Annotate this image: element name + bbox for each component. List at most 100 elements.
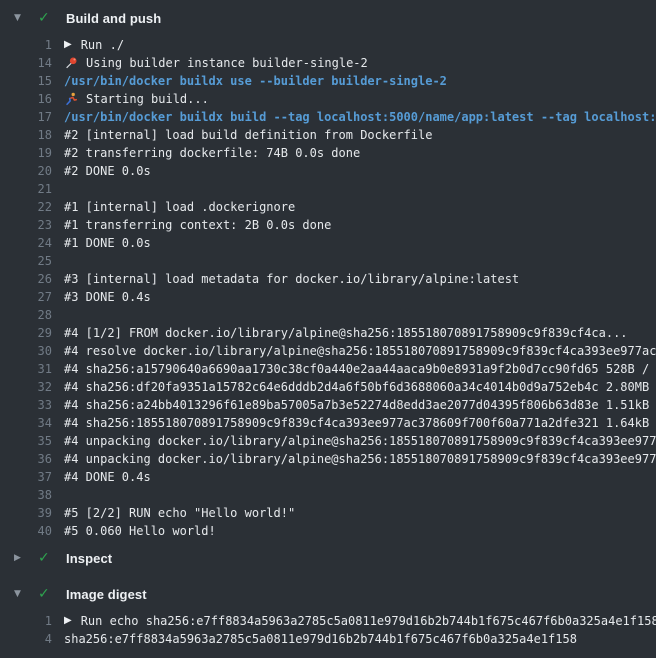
line-number[interactable]: 29 [0, 324, 52, 342]
line-number[interactable]: 32 [0, 378, 52, 396]
log-line: 1 ▶ Run echo sha256:e7ff8834a5963a2785c5a… [0, 612, 656, 630]
log-text: #1 [internal] load .dockerignore [64, 198, 295, 216]
log-text-content: #4 resolve docker.io/library/alpine@sha2… [64, 342, 656, 360]
log-text: #4 sha256:185518070891758909c9f839cf4ca3… [64, 414, 656, 432]
log-line: 1 ▶Run ./ [0, 36, 656, 54]
log-line: 33 #4 sha256:a24bb4013296f61e89ba57005a7… [0, 396, 656, 414]
line-number[interactable]: 35 [0, 432, 52, 450]
log-line: 19 #2 transferring dockerfile: 74B 0.0s … [0, 144, 656, 162]
line-number[interactable]: 40 [0, 522, 52, 540]
log-text-content: Using builder instance builder-single-2 [86, 54, 368, 72]
log-line: 32 #4 sha256:df20fa9351a15782c64e6dddb2d… [0, 378, 656, 396]
log-line: 14 Using builder instance builder-single… [0, 54, 656, 72]
line-number[interactable]: 19 [0, 144, 52, 162]
log-text-content: #2 DONE 0.0s [64, 162, 151, 180]
log-line: 34 #4 sha256:185518070891758909c9f839cf4… [0, 414, 656, 432]
log-text: #5 [2/2] RUN echo "Hello world!" [64, 504, 295, 522]
log-line: 4 sha256:e7ff8834a5963a2785c5a0811e979d1… [0, 630, 656, 648]
log-text-content: #4 sha256:a24bb4013296f61e89ba57005a7b3e… [64, 396, 656, 414]
chevron-down-icon: ▼ [14, 589, 30, 599]
log-text: #4 unpacking docker.io/library/alpine@sh… [64, 432, 656, 450]
log-text-content: #4 [1/2] FROM docker.io/library/alpine@s… [64, 324, 628, 342]
line-number[interactable]: 30 [0, 342, 52, 360]
log-line: 30 #4 resolve docker.io/library/alpine@s… [0, 342, 656, 360]
log-text-content: #1 [internal] load .dockerignore [64, 198, 295, 216]
log-text: Using builder instance builder-single-2 [64, 54, 368, 72]
log-text-content: #2 [internal] load build definition from… [64, 126, 432, 144]
log-text: ▶ Run echo sha256:e7ff8834a5963a2785c5a08… [64, 612, 656, 630]
workflow-log: ▼ ✓ Build and push 1 ▶Run ./ 14 Using bu… [0, 0, 656, 648]
line-number[interactable]: 27 [0, 288, 52, 306]
log-text: #4 resolve docker.io/library/alpine@sha2… [64, 342, 656, 360]
section-header-image-digest[interactable]: ▼ ✓ Image digest [0, 576, 656, 612]
log-line: 17 /usr/bin/docker buildx build --tag lo… [0, 108, 656, 126]
line-number[interactable]: 23 [0, 216, 52, 234]
log-text-content: #4 unpacking docker.io/library/alpine@sh… [64, 450, 656, 468]
log-line: 35 #4 unpacking docker.io/library/alpine… [0, 432, 656, 450]
line-number[interactable]: 39 [0, 504, 52, 522]
line-number[interactable]: 1 [0, 612, 52, 630]
log-line: 29 #4 [1/2] FROM docker.io/library/alpin… [0, 324, 656, 342]
pushpin-icon [64, 56, 78, 70]
log-text-content: #1 DONE 0.0s [64, 234, 151, 252]
check-icon: ✓ [38, 550, 56, 566]
line-number[interactable]: 20 [0, 162, 52, 180]
section-header-inspect[interactable]: ▶ ✓ Inspect [0, 540, 656, 576]
line-number[interactable]: 1 [0, 36, 52, 54]
log-text: #3 [internal] load metadata for docker.i… [64, 270, 519, 288]
log-section-build-and-push: ▼ ✓ Build and push 1 ▶Run ./ 14 Using bu… [0, 0, 656, 540]
log-line: 38 [0, 486, 656, 504]
line-number[interactable]: 36 [0, 450, 52, 468]
log-text: #2 [internal] load build definition from… [64, 126, 432, 144]
log-line: 39 #5 [2/2] RUN echo "Hello world!" [0, 504, 656, 522]
line-number[interactable]: 17 [0, 108, 52, 126]
log-line: 18 #2 [internal] load build definition f… [0, 126, 656, 144]
log-section-image-digest: ▼ ✓ Image digest 1 ▶ Run echo sha256:e7ff… [0, 576, 656, 648]
line-number[interactable]: 24 [0, 234, 52, 252]
line-number[interactable]: 33 [0, 396, 52, 414]
log-text-content: /usr/bin/docker buildx use --builder bui… [64, 72, 447, 90]
log-text: #3 DONE 0.4s [64, 288, 151, 306]
check-icon: ✓ [38, 10, 56, 26]
line-number[interactable]: 21 [0, 180, 52, 198]
section-header-build-and-push[interactable]: ▼ ✓ Build and push [0, 0, 656, 36]
line-number[interactable]: 18 [0, 126, 52, 144]
log-line: 21 [0, 180, 656, 198]
play-icon[interactable]: ▶ [64, 612, 72, 630]
log-line: 25 [0, 252, 656, 270]
section-title: Build and push [66, 11, 161, 26]
line-number[interactable]: 25 [0, 252, 52, 270]
log-text-content: #5 [2/2] RUN echo "Hello world!" [64, 504, 295, 522]
log-text: Starting build... [64, 90, 209, 108]
log-line: 16 Starting build... [0, 90, 656, 108]
log-text-content: sha256:e7ff8834a5963a2785c5a0811e979d16b… [64, 630, 577, 648]
log-text: #4 DONE 0.4s [64, 468, 151, 486]
log-text: #4 sha256:df20fa9351a15782c64e6dddb2d4a6… [64, 378, 656, 396]
play-icon[interactable]: ▶ [64, 36, 72, 54]
log-text: ▶Run ./ [64, 36, 124, 54]
log-text: #2 DONE 0.0s [64, 162, 151, 180]
log-text: sha256:e7ff8834a5963a2785c5a0811e979d16b… [64, 630, 577, 648]
line-number[interactable]: 16 [0, 90, 52, 108]
line-number[interactable]: 4 [0, 630, 52, 648]
line-number[interactable]: 28 [0, 306, 52, 324]
line-number[interactable]: 34 [0, 414, 52, 432]
line-number[interactable]: 15 [0, 72, 52, 90]
line-number[interactable]: 31 [0, 360, 52, 378]
check-icon: ✓ [38, 586, 56, 602]
log-text-content: Run echo sha256:e7ff8834a5963a2785c5a081… [81, 612, 656, 630]
log-line: 22 #1 [internal] load .dockerignore [0, 198, 656, 216]
line-number[interactable]: 38 [0, 486, 52, 504]
log-text: #4 sha256:a15790640a6690aa1730c38cf0a440… [64, 360, 656, 378]
log-text: #5 0.060 Hello world! [64, 522, 216, 540]
section-log-lines: 1 ▶Run ./ 14 Using builder instance buil… [0, 36, 656, 540]
line-number[interactable]: 26 [0, 270, 52, 288]
log-line: 37 #4 DONE 0.4s [0, 468, 656, 486]
line-number[interactable]: 37 [0, 468, 52, 486]
line-number[interactable]: 22 [0, 198, 52, 216]
log-text: #1 DONE 0.0s [64, 234, 151, 252]
section-log-lines: 1 ▶ Run echo sha256:e7ff8834a5963a2785c5a… [0, 612, 656, 648]
chevron-right-icon: ▶ [14, 553, 30, 563]
log-text-content: #4 sha256:a15790640a6690aa1730c38cf0a440… [64, 360, 656, 378]
line-number[interactable]: 14 [0, 54, 52, 72]
